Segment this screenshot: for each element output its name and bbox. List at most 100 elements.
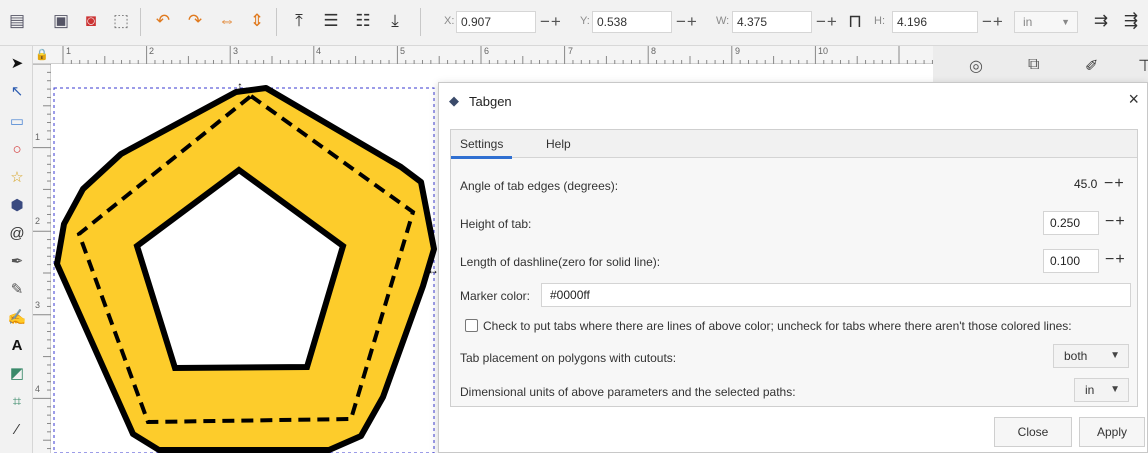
h-ruler-number: 10 (818, 46, 829, 56)
y-stepper[interactable]: −+ (676, 12, 698, 32)
select-all-icon[interactable]: ▤ (6, 10, 28, 32)
mesh-tool-icon[interactable]: ⌗ (6, 390, 28, 412)
dialog-title: Tabgen (469, 94, 512, 109)
units-dialog-value: in (1085, 383, 1095, 397)
height-input[interactable]: 0.250 (1043, 211, 1099, 235)
toolbox: ➤ ↖ ▭ ○ ☆ ⬢ @ ✒ ✎ ✍ A ◩ ⌗ ⁄ (0, 46, 33, 453)
rectangle-tool-icon[interactable]: ▭ (6, 110, 28, 132)
h-ruler-number: 5 (400, 46, 406, 56)
angle-label: Angle of tab edges (degrees): (460, 179, 619, 193)
dashline-stepper[interactable]: −+ (1105, 251, 1126, 269)
h-stepper[interactable]: −+ (982, 12, 1004, 32)
chevron-down-icon: ▼ (1061, 17, 1070, 27)
v-ruler-number: 2 (35, 216, 41, 226)
marker-color-label: Marker color: (460, 289, 531, 303)
tab-help[interactable]: Help (546, 137, 571, 151)
chevron-down-icon: ▼ (1110, 384, 1120, 395)
lock-icon[interactable]: ⊓ (844, 10, 866, 32)
calligraphy-tool-icon[interactable]: ✍ (6, 306, 28, 328)
select-all-layers-icon[interactable]: ▣ (50, 10, 72, 32)
tab-bar: Settings Help (450, 130, 1137, 159)
w-label: W: (716, 15, 730, 27)
x-stepper[interactable]: −+ (540, 12, 562, 32)
flip-horizontal-icon[interactable]: ⇔ (216, 10, 238, 32)
edit-icon[interactable]: ✐ (1085, 56, 1098, 76)
tab-settings[interactable]: Settings (450, 137, 513, 159)
colored-lines-label: Check to put tabs where there are lines … (483, 319, 1072, 333)
scale-handle-icon[interactable]: ↕ (237, 79, 243, 93)
text-tool-icon[interactable]: A (6, 334, 28, 356)
colored-lines-checkbox[interactable] (465, 319, 478, 332)
height-stepper[interactable]: −+ (1105, 213, 1126, 231)
fill-stroke-icon[interactable]: ◎ (969, 56, 983, 76)
lower-icon[interactable]: ☷ (352, 10, 374, 32)
layers-icon[interactable]: ⧉ (1028, 56, 1039, 74)
w-input[interactable]: 4.375 (732, 11, 812, 33)
angle-input[interactable]: 45.0 (1068, 173, 1106, 197)
vertical-ruler: 1 2 3 4 (33, 64, 51, 453)
dock-tabs: ◎ ⧉ ✐ ⊤ (933, 46, 1148, 86)
spiral-tool-icon[interactable]: @ (6, 222, 28, 244)
v-ruler-number: 4 (35, 384, 41, 394)
close-button[interactable]: Close (994, 417, 1072, 447)
gradient-tool-icon[interactable]: ◩ (6, 362, 28, 384)
scale-stroke-icon[interactable]: ⇉ (1090, 10, 1112, 32)
placement-select[interactable]: both ▼ (1053, 344, 1129, 368)
ellipse-tool-icon[interactable]: ○ (6, 138, 28, 160)
settings-panel: Settings Help Angle of tab edges (degree… (450, 129, 1138, 407)
more-icon[interactable]: ⊤ (1138, 56, 1148, 76)
h-ruler-ticks (62, 46, 933, 64)
x-label: X: (444, 15, 455, 27)
h-ruler-number: 3 (233, 46, 239, 56)
w-stepper[interactable]: −+ (816, 12, 838, 32)
deselect-icon[interactable]: ⬚ (110, 10, 132, 32)
dashline-input[interactable]: 0.100 (1043, 249, 1099, 273)
raise-to-top-icon[interactable]: ⤒ (288, 10, 310, 32)
pen-tool-icon[interactable]: ✒ (6, 250, 28, 272)
units-dialog-select[interactable]: in ▼ (1074, 378, 1129, 402)
selector-tool-icon[interactable]: ➤ (6, 52, 28, 74)
h-ruler-number: 8 (651, 46, 657, 56)
close-icon[interactable]: × (1128, 89, 1139, 110)
h-ruler-number: 6 (484, 46, 490, 56)
select-same-icon[interactable]: ◙ (80, 10, 102, 32)
marker-color-input[interactable]: #0000ff (541, 283, 1131, 307)
raise-icon[interactable]: ☰ (320, 10, 342, 32)
h-ruler-number: 2 (149, 46, 155, 56)
tabgen-dialog: ◆ Tabgen × Settings Help Angle of tab ed… (438, 82, 1148, 453)
scale-corners-icon[interactable]: ⇶ (1120, 10, 1142, 32)
dashline-label: Length of dashline(zero for solid line): (460, 255, 661, 269)
y-label: Y: (580, 15, 590, 27)
pencil-tool-icon[interactable]: ✎ (6, 278, 28, 300)
lower-to-bottom-icon[interactable]: ⤓ (384, 10, 406, 32)
star-tool-icon[interactable]: ☆ (6, 166, 28, 188)
placement-value: both (1064, 349, 1088, 363)
dialog-titlebar: ◆ Tabgen × (439, 83, 1147, 119)
h-ruler-number: 9 (735, 46, 741, 56)
inkscape-icon: ◆ (449, 93, 459, 108)
3d-box-tool-icon[interactable]: ⬢ (6, 194, 28, 216)
y-input[interactable]: 0.538 (592, 11, 672, 33)
h-label: H: (874, 15, 885, 27)
rotate-ccw-icon[interactable]: ↶ (152, 10, 174, 32)
node-tool-icon[interactable]: ↖ (6, 80, 28, 102)
v-ruler-number: 1 (35, 132, 41, 142)
placement-label: Tab placement on polygons with cutouts: (460, 351, 677, 365)
dropper-tool-icon[interactable]: ⁄ (6, 418, 28, 440)
horizontal-ruler: 🔒 1 2 3 4 5 6 7 8 9 10 (33, 46, 933, 64)
h-ruler-number: 7 (568, 46, 574, 56)
rotate-cw-icon[interactable]: ↷ (184, 10, 206, 32)
x-input[interactable]: 0.907 (456, 11, 536, 33)
units-value: in (1023, 15, 1033, 29)
flip-vertical-icon[interactable]: ⇕ (246, 10, 268, 32)
units-select[interactable]: in ▼ (1014, 11, 1078, 33)
v-ruler-number: 3 (35, 300, 41, 310)
h-ruler-number: 1 (66, 46, 72, 56)
h-input[interactable]: 4.196 (892, 11, 978, 33)
top-toolbar: ▤ ▣ ◙ ⬚ ↶ ↷ ⇔ ⇕ ⤒ ☰ ☷ ⤓ X: 0.907 −+ Y: 0… (0, 0, 1148, 46)
height-label: Height of tab: (460, 217, 532, 231)
units-label: Dimensional units of above parameters an… (460, 385, 796, 399)
apply-button[interactable]: Apply (1079, 417, 1145, 447)
angle-stepper[interactable]: −+ (1104, 175, 1125, 193)
h-ruler-number: 4 (316, 46, 322, 56)
